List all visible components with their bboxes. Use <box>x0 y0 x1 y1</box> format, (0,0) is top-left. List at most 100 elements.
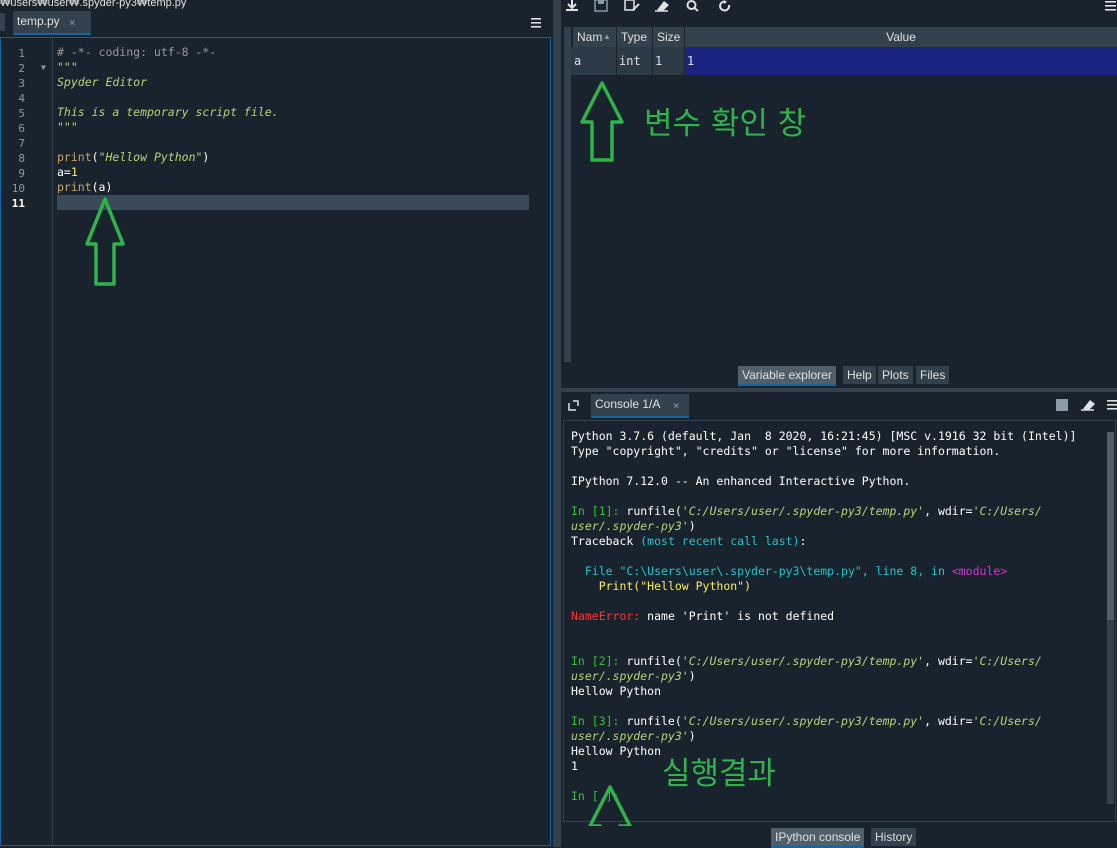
undock-icon[interactable] <box>567 399 580 412</box>
console-token: runfile( <box>626 714 682 728</box>
column-header-type[interactable]: Type <box>617 27 652 47</box>
line-number: 4 <box>18 92 25 105</box>
variable-explorer-tab-bar <box>561 362 1117 388</box>
console-prompt: In [3]: <box>571 714 627 728</box>
tab-help[interactable]: Help <box>843 366 876 384</box>
code-line: Spyder Editor <box>57 75 148 89</box>
line-number: 3 <box>18 77 25 90</box>
hamburger-menu-icon <box>531 18 541 28</box>
current-line-highlight <box>57 195 529 210</box>
line-number: 1 <box>18 47 25 60</box>
code-line: a=1 <box>57 165 78 179</box>
header-label: Size <box>657 30 681 44</box>
stop-icon[interactable] <box>1056 399 1068 411</box>
console-token: 'C:/Users/ <box>972 654 1042 668</box>
search-icon[interactable] <box>686 0 700 12</box>
console-token: user/.spyder-py3' <box>571 669 689 683</box>
code-token: print <box>57 150 92 164</box>
line-number-current: 11 <box>11 197 25 210</box>
console-line: user/.spyder-py3') <box>571 519 696 533</box>
code-line: print(a) <box>57 180 112 194</box>
console-token: , wdir= <box>924 654 973 668</box>
tab-label: temp.py <box>17 14 60 28</box>
console-token: , wdir= <box>924 504 973 518</box>
line-number: 8 <box>18 152 25 165</box>
close-icon[interactable]: × <box>69 16 76 29</box>
line-number-gutter: 1 2 3 4 5 6 7 8 9 10 11 <box>1 38 53 844</box>
tab-label: Console 1/A <box>595 397 661 411</box>
code-token: "Hellow Python" <box>98 150 203 164</box>
editor-options-menu-button[interactable] <box>529 13 543 31</box>
import-data-icon[interactable] <box>564 0 580 12</box>
console-prompt: In [2]: <box>571 654 627 668</box>
tab-temp-py[interactable]: temp.py × <box>13 11 91 35</box>
console-token: 'C:/Users/ <box>972 714 1042 728</box>
variable-size-cell: 1 <box>653 47 684 75</box>
save-data-icon[interactable] <box>594 0 608 12</box>
code-line: This is a temporary script file. <box>57 105 279 119</box>
code-line: print("Hellow Python") <box>57 150 209 164</box>
header-label: Value <box>886 30 916 44</box>
console-line: Print("Hellow Python") <box>571 579 752 593</box>
variable-explorer-toolbar <box>561 0 1117 18</box>
console-token: , in <box>917 564 952 578</box>
line-number: 5 <box>18 107 25 120</box>
variable-type-cell: int <box>617 47 652 75</box>
console-line: File "C:\Users\user\.spyder-py3\temp.py"… <box>571 564 1007 578</box>
console-token: <module> <box>951 564 1008 578</box>
tab-plots[interactable]: Plots <box>878 366 913 384</box>
console-token: 'C:/Users/user/.spyder-py3/temp.py' <box>681 654 925 668</box>
console-token: runfile( <box>626 654 682 668</box>
column-header-value[interactable]: Value <box>685 27 1117 47</box>
console-token: ) <box>688 519 696 533</box>
console-token: user/.spyder-py3' <box>571 729 689 743</box>
console-line: Type "copyright", "credits" or "license"… <box>571 444 1001 458</box>
console-line: In [3]: runfile('C:/Users/user/.spyder-p… <box>571 714 1042 728</box>
line-number: 7 <box>18 137 25 150</box>
variable-table[interactable] <box>564 27 1117 362</box>
tab-ipython-console[interactable]: IPython console <box>771 828 865 848</box>
vertical-scrollbar[interactable] <box>564 27 571 362</box>
variable-name-cell: a <box>571 47 616 75</box>
code-token: (a) <box>91 180 113 194</box>
tab-console-1-a[interactable]: Console 1/A × <box>591 394 689 418</box>
console-token: , wdir= <box>924 714 973 728</box>
column-header-size[interactable]: Size <box>653 27 684 47</box>
pane-splitter[interactable] <box>553 0 561 847</box>
code-token: ) <box>202 150 210 164</box>
scrollbar-thumb[interactable] <box>1107 432 1114 620</box>
tab-variable-explorer[interactable]: Variable explorer <box>738 366 836 386</box>
console-token: NameError: <box>571 609 641 623</box>
hamburger-menu-icon[interactable] <box>1104 0 1117 12</box>
fold-arrow-icon[interactable]: ▼ <box>41 63 46 72</box>
code-token: 1 <box>70 165 78 179</box>
console-line: 1 <box>571 759 578 773</box>
save-as-icon[interactable] <box>624 0 640 12</box>
console-prompt: In [1]: <box>571 504 627 518</box>
console-token: runfile( <box>626 504 682 518</box>
code-token: ( <box>91 150 99 164</box>
variable-value-cell: 1 <box>685 47 1117 75</box>
header-label: Type <box>621 30 648 44</box>
console-token: user/.spyder-py3' <box>571 519 689 533</box>
code-line: """ <box>57 60 78 74</box>
erase-icon[interactable] <box>1080 398 1096 412</box>
console-token: 'C:/Users/user/.spyder-py3/temp.py' <box>681 504 925 518</box>
console-line: IPython 7.12.0 -- An enhanced Interactiv… <box>571 474 911 488</box>
refresh-icon[interactable] <box>718 0 732 12</box>
console-line: user/.spyder-py3') <box>571 669 696 683</box>
column-header-name[interactable]: Nam ▲ <box>573 27 616 47</box>
console-token: name 'Print' is not defined <box>640 609 835 623</box>
tab-files[interactable]: Files <box>916 366 950 384</box>
tab-scroll-left-button[interactable] <box>0 13 5 31</box>
annotation-label-result: 실행결과 <box>662 756 777 792</box>
code-line: # -*- coding: utf-8 -*- <box>57 45 217 59</box>
erase-icon[interactable] <box>654 0 670 12</box>
close-icon[interactable]: × <box>673 399 680 412</box>
file-path-bar: ₩users₩user₩.spyder-py3₩temp.py <box>0 0 187 9</box>
hamburger-menu-icon[interactable] <box>1106 399 1117 412</box>
console-token: (most recent call last) <box>640 534 800 548</box>
annotation-arrow-icon <box>580 81 624 162</box>
code-line: """ <box>57 120 78 134</box>
tab-history[interactable]: History <box>871 828 917 846</box>
